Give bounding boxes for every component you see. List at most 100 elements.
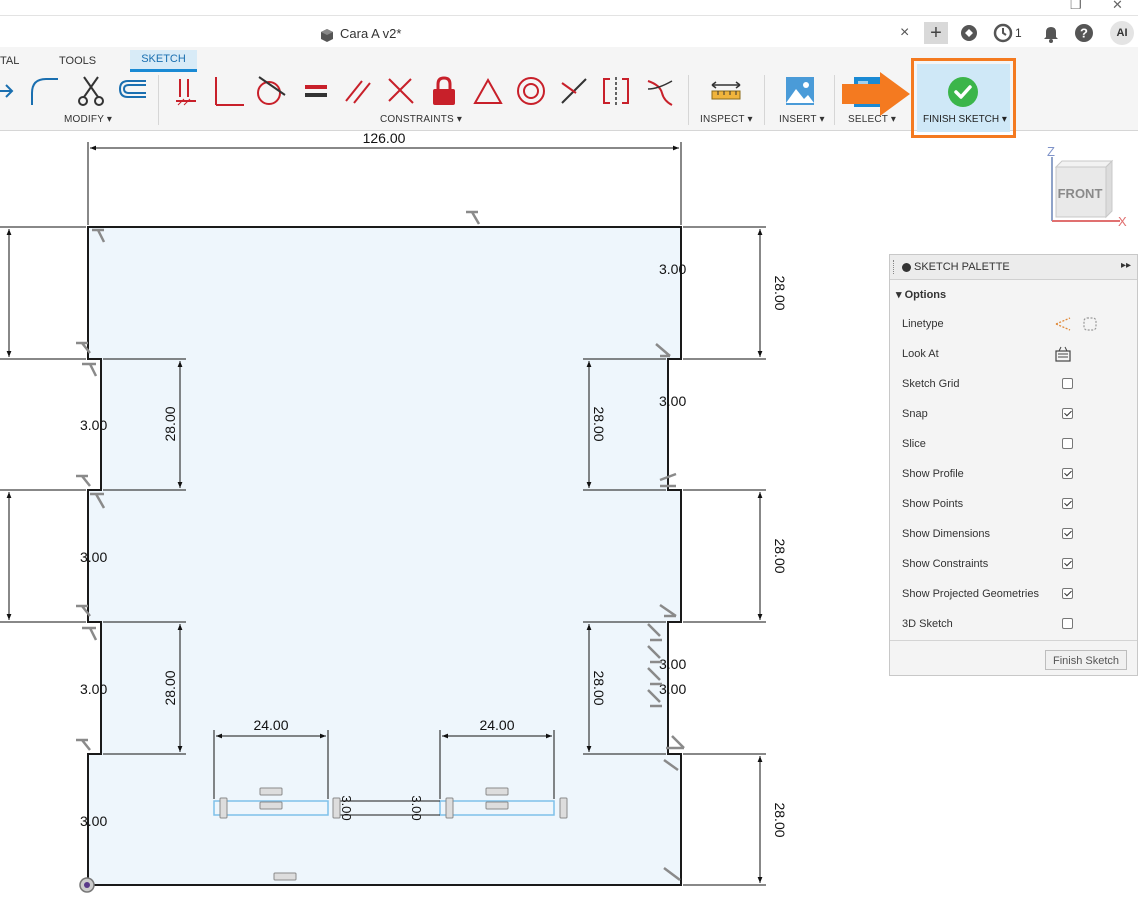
title-bar: ❐ ✕ Cara A v2* × + 1 ? AI <box>0 0 1138 47</box>
snap-checkbox[interactable] <box>1062 408 1073 419</box>
drag-grip-icon[interactable] <box>893 260 896 274</box>
tab-sketch[interactable]: SKETCH <box>130 50 197 72</box>
document-cube-icon <box>321 28 333 42</box>
ribbon-divider <box>834 75 835 125</box>
dimension-text-126[interactable]: 126.00 <box>363 131 406 146</box>
offset-icon[interactable] <box>116 75 148 107</box>
dimension-text-3[interactable]: 3.00 <box>80 813 107 829</box>
option-show-points: Show Points <box>902 490 1132 520</box>
collinear-constraint-icon[interactable] <box>385 75 417 107</box>
fix-lock-icon[interactable] <box>428 75 460 107</box>
options-section-header[interactable]: ▾ Options <box>896 288 946 301</box>
option-label: Look At <box>902 348 939 360</box>
curvature-constraint-icon[interactable] <box>644 75 676 107</box>
option-show-profile: Show Profile <box>902 460 1132 490</box>
sketch-grid-checkbox[interactable] <box>1062 378 1073 389</box>
show-profile-checkbox[interactable] <box>1062 468 1073 479</box>
dimension-text-28[interactable]: 28.00 <box>162 406 178 441</box>
new-tab-button[interactable]: + <box>924 22 948 44</box>
tab-utilities[interactable]: TAL <box>0 53 19 69</box>
show-projected-geometries-checkbox[interactable] <box>1062 588 1073 599</box>
x-axis-label: X <box>1118 214 1127 229</box>
fillet-icon[interactable] <box>28 75 60 107</box>
sketch-palette: SKETCH PALETTE ▸▸ ▾ Options Linetype Loo… <box>889 254 1138 676</box>
document-tab[interactable]: Cara A v2* <box>320 26 401 44</box>
dimension-text-3[interactable]: 3.00 <box>659 261 686 277</box>
centerline-icon[interactable] <box>1082 316 1098 332</box>
option-show-projected-geometries: Show Projected Geometries <box>902 580 1132 610</box>
insert-image-icon[interactable] <box>784 75 816 107</box>
equal-constraint-icon[interactable] <box>300 75 332 107</box>
show-points-checkbox[interactable] <box>1062 498 1073 509</box>
measure-ruler-icon[interactable] <box>710 75 742 107</box>
dimension-text-28[interactable]: 28.00 <box>772 275 788 310</box>
dimension-text-3[interactable]: 3.00 <box>339 795 354 820</box>
window-close-icon[interactable]: ✕ <box>1112 0 1123 13</box>
view-cube-face-label[interactable]: FRONT <box>1058 186 1103 201</box>
trim-scissors-icon[interactable] <box>76 75 108 107</box>
show-constraints-checkbox[interactable] <box>1062 558 1073 569</box>
dimension-text-3[interactable]: 3.00 <box>80 681 107 697</box>
close-tab-icon[interactable]: × <box>900 24 909 42</box>
dimension-text-3[interactable]: 3.00 <box>409 795 424 820</box>
dimension-text-3[interactable]: 3.00 <box>80 417 107 433</box>
dimension-text-3[interactable]: 3.00 <box>80 549 107 565</box>
coincident-constraint-icon[interactable] <box>170 75 202 107</box>
dimension-text-24[interactable]: 24.00 <box>253 717 288 733</box>
slice-checkbox[interactable] <box>1062 438 1073 449</box>
look-at-icon[interactable] <box>1054 346 1072 362</box>
triangle-constraint-icon[interactable] <box>472 75 504 107</box>
dimension-text-28[interactable]: 28.00 <box>772 538 788 573</box>
option-sketch-grid: Sketch Grid <box>902 370 1132 400</box>
tangent-constraint-icon[interactable] <box>255 75 287 107</box>
option-label: Show Points <box>902 498 964 510</box>
dimension-text-28[interactable]: 28.00 <box>772 802 788 837</box>
construction-linetype-icon[interactable] <box>1054 316 1072 332</box>
user-avatar[interactable]: AI <box>1110 21 1134 45</box>
option-show-dimensions: Show Dimensions <box>902 520 1132 550</box>
dimension-text-28[interactable]: 28.00 <box>591 406 607 441</box>
ribbon-divider <box>688 75 689 125</box>
option-label: Show Projected Geometries <box>902 588 1039 600</box>
constraints-group-label[interactable]: CONSTRAINTS ▾ <box>380 114 462 125</box>
extensions-icon[interactable] <box>958 22 980 44</box>
dimension-text-3[interactable]: 3.00 <box>659 393 686 409</box>
perpendicular-constraint-icon[interactable] <box>212 75 244 107</box>
option-look-at: Look At <box>902 340 1132 370</box>
insert-group-label[interactable]: INSERT ▾ <box>779 114 825 125</box>
midpoint-constraint-icon[interactable] <box>558 75 590 107</box>
option-slice: Slice <box>902 430 1132 460</box>
sketch-palette-header[interactable]: SKETCH PALETTE ▸▸ <box>890 255 1137 280</box>
dimension-text-3[interactable]: 3.00 <box>659 656 686 672</box>
option-label: Slice <box>902 438 926 450</box>
parallel-constraint-icon[interactable] <box>342 75 374 107</box>
palette-finish-sketch-button[interactable]: Finish Sketch <box>1045 650 1127 670</box>
z-axis-label: Z <box>1047 145 1055 159</box>
dimension-text-28[interactable]: 28.00 <box>591 670 607 705</box>
show-dimensions-checkbox[interactable] <box>1062 528 1073 539</box>
job-status-icon[interactable] <box>992 22 1014 44</box>
tab-tools[interactable]: TOOLS <box>59 53 96 69</box>
notifications-bell-icon[interactable] <box>1040 22 1062 44</box>
window-top-strip: ❐ ✕ <box>0 0 1138 16</box>
3d-sketch-checkbox[interactable] <box>1062 618 1073 629</box>
option-snap: Snap <box>902 400 1132 430</box>
job-count: 1 <box>1015 26 1022 40</box>
option-3d-sketch: 3D Sketch <box>902 610 1132 640</box>
view-cube[interactable]: FRONT Z X <box>1042 145 1138 235</box>
symmetry-constraint-icon[interactable] <box>600 75 632 107</box>
palette-divider <box>890 640 1137 641</box>
dimension-text-28[interactable]: 28.00 <box>162 670 178 705</box>
arrow-icon[interactable] <box>0 75 18 107</box>
help-icon[interactable]: ? <box>1073 22 1095 44</box>
sketch-profile[interactable] <box>87 226 682 886</box>
inspect-group-label[interactable]: INSPECT ▾ <box>700 114 753 125</box>
dimension-text-24[interactable]: 24.00 <box>479 717 514 733</box>
expand-icon[interactable]: ▸▸ <box>1121 260 1131 271</box>
dimension-text-3[interactable]: 3.00 <box>659 681 686 697</box>
modify-group-label[interactable]: MODIFY ▾ <box>64 114 112 125</box>
ribbon-divider <box>158 75 159 125</box>
restore-icon[interactable]: ❐ <box>1070 0 1082 13</box>
sketch-palette-title: SKETCH PALETTE <box>914 261 1010 273</box>
concentric-constraint-icon[interactable] <box>515 75 547 107</box>
